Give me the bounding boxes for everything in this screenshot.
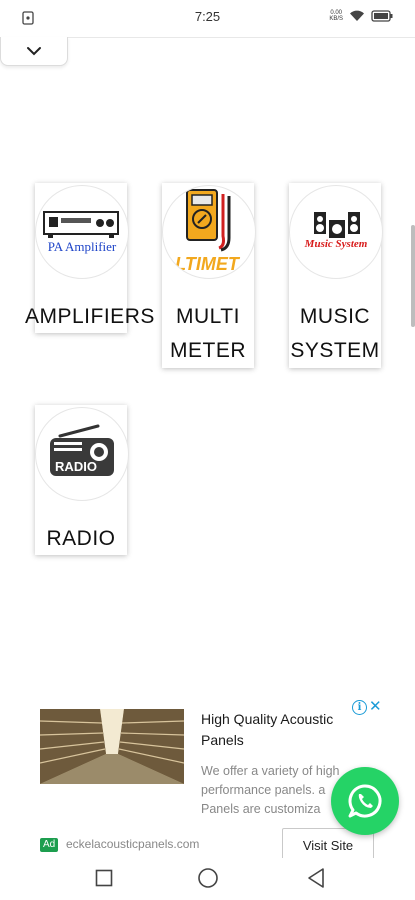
svg-text:Music System: Music System (304, 238, 368, 250)
back-button[interactable] (304, 866, 328, 890)
ad-domain: eckelacousticpanels.com (66, 837, 200, 851)
chevron-down-icon (27, 47, 41, 56)
multimeter-logo: LTIMET (162, 185, 256, 279)
status-icons: 0.00 KB/S (329, 10, 393, 22)
ad-image-warehouse[interactable] (40, 709, 184, 784)
home-circle-icon (198, 868, 218, 888)
ad-close-icon[interactable]: ✕ (369, 697, 382, 715)
back-triangle-icon (308, 868, 324, 888)
category-label: AMPLIFIERS (25, 305, 155, 328)
ad-badge: Ad (40, 838, 59, 852)
home-button[interactable] (196, 866, 220, 890)
whatsapp-button[interactable] (331, 767, 399, 835)
svg-text:PA Amplifier: PA Amplifier (48, 239, 117, 254)
category-card-multimeter[interactable]: LTIMET MULTI METER (162, 183, 256, 368)
recents-square-icon (95, 869, 113, 887)
category-label: MULTI METER (170, 305, 246, 362)
collapse-toggle-button[interactable] (0, 37, 68, 66)
radio-icon: RADIO (50, 424, 114, 476)
amplifier-icon: PA Amplifier (43, 211, 119, 254)
navigation-bar (0, 858, 415, 900)
whatsapp-icon (348, 784, 382, 818)
speakers-icon: Music System (304, 212, 368, 250)
wifi-icon (350, 10, 364, 21)
amplifier-logo: PA Amplifier (35, 185, 129, 279)
svg-text:RADIO: RADIO (55, 459, 97, 474)
status-bar: 7:25 0.00 KB/S (0, 0, 415, 36)
category-label: MUSIC SYSTEM (290, 305, 380, 362)
radio-logo: RADIO (35, 407, 129, 501)
category-card-radio[interactable]: RADIO RADIO (35, 405, 129, 555)
network-speed: 0.00 KB/S (329, 10, 343, 22)
music-system-logo: Music System (289, 185, 383, 279)
category-label: RADIO (46, 527, 116, 550)
divider (66, 37, 415, 38)
category-card-amplifiers[interactable]: PA Amplifier AMPLIFIERS (25, 183, 154, 333)
recents-button[interactable] (92, 866, 116, 890)
battery-icon (371, 10, 393, 22)
multimeter-icon: LTIMET (175, 189, 241, 274)
svg-text:LTIMET: LTIMET (175, 254, 241, 274)
scrollbar[interactable] (411, 225, 415, 327)
ad-title[interactable]: High Quality Acoustic Panels (201, 709, 376, 751)
ad-info-icon[interactable]: i (352, 700, 367, 715)
category-card-music-system[interactable]: Music System MUSIC SYSTEM (289, 183, 383, 368)
